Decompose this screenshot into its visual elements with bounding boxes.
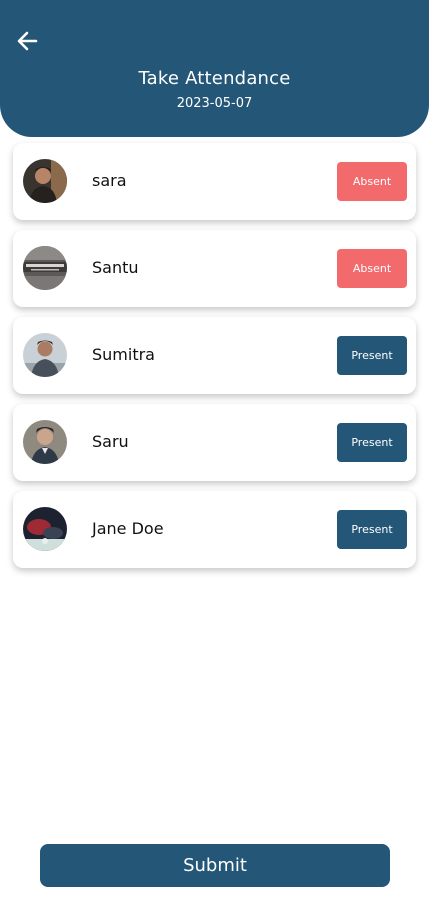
app-header: Take Attendance 2023-05-07 [0, 0, 429, 137]
attendance-date: 2023-05-07 [176, 96, 253, 111]
avatar [23, 507, 67, 551]
present-button[interactable]: Present [337, 423, 407, 462]
student-name: Jane Doe [92, 519, 164, 538]
student-card: Saru Present [13, 404, 416, 481]
absent-button[interactable]: Absent [337, 249, 407, 288]
present-button[interactable]: Present [337, 336, 407, 375]
submit-button[interactable]: Submit [40, 844, 390, 887]
student-name: sara [92, 171, 127, 190]
student-card: Santu Absent [13, 230, 416, 307]
student-name: Santu [92, 258, 139, 277]
student-card: Jane Doe Present [13, 491, 416, 568]
back-button[interactable] [14, 28, 40, 54]
student-card: sara Absent [13, 143, 416, 220]
avatar [23, 333, 67, 377]
avatar [23, 246, 67, 290]
student-name: Sumitra [92, 345, 155, 364]
present-button[interactable]: Present [337, 510, 407, 549]
absent-button[interactable]: Absent [337, 162, 407, 201]
student-card: Sumitra Present [13, 317, 416, 394]
arrow-left-icon [17, 31, 38, 51]
avatar [23, 420, 67, 464]
page-title: Take Attendance [138, 68, 291, 89]
student-name: Saru [92, 432, 129, 451]
avatar [23, 159, 67, 203]
